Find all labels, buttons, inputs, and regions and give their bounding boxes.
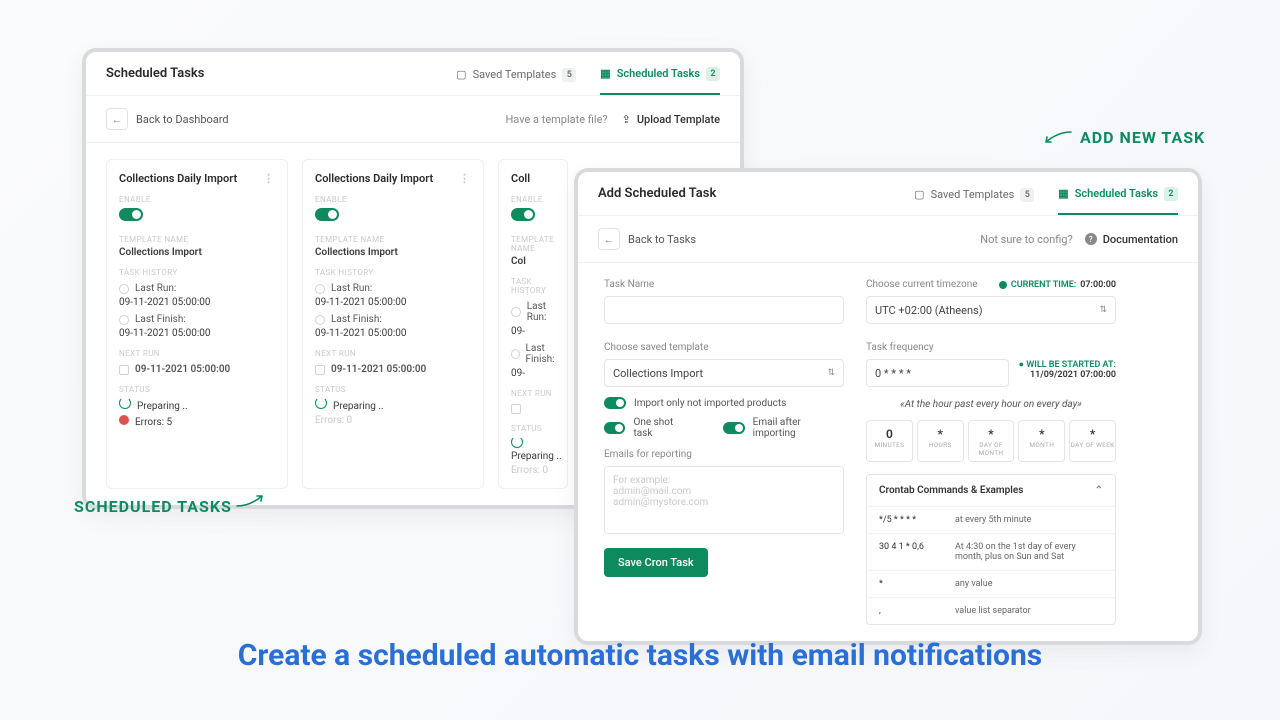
annotation-scheduled-tasks: SCHEDULED TASKS	[74, 497, 232, 516]
clock-icon	[119, 315, 129, 325]
documentation-link[interactable]: ? Documentation	[1085, 233, 1178, 246]
tab-saved-templates[interactable]: ▢ Saved Templates 5	[456, 68, 576, 94]
status-errors: Errors: 0	[511, 465, 567, 476]
cron-part[interactable]: *DAY OF MONTH	[968, 420, 1015, 462]
upload-template-button[interactable]: ⇪ Upload Template	[622, 113, 720, 126]
enable-toggle[interactable]	[511, 208, 535, 221]
more-icon[interactable]: ⋮	[459, 172, 471, 185]
emails-textarea[interactable]: For example: admin@mail.com admin@mystor…	[604, 466, 844, 534]
save-cron-task-button[interactable]: Save Cron Task	[604, 548, 708, 577]
back-to-dashboard-button[interactable]: ← Back to Dashboard	[106, 108, 229, 130]
saved-template-label: Choose saved template	[604, 342, 844, 353]
saved-template-select[interactable]: Collections Import ⇅	[604, 359, 844, 387]
example-row: ,value list separator	[867, 597, 1115, 624]
arrow-icon	[236, 494, 264, 508]
calendar-icon: ▦	[600, 67, 610, 80]
arrow-icon	[1044, 130, 1072, 144]
card-title: Collections Daily Import	[315, 172, 433, 185]
task-name-label: Task Name	[604, 279, 844, 290]
calendar-icon	[511, 404, 521, 414]
chevron-updown-icon: ⇅	[1099, 305, 1107, 315]
task-card: Collections Daily Import⋮ ENABLE TEMPLAT…	[106, 159, 288, 489]
clock-icon	[119, 284, 129, 294]
calendar-icon: ▦	[1058, 187, 1068, 200]
status-errors: Errors: 0	[315, 415, 471, 426]
start-time-note: ● WILL BE STARTED AT: 11/09/2021 07:00:0…	[1019, 359, 1116, 380]
save-icon: ▢	[914, 188, 924, 201]
annotation-add-new-task: ADD NEW TASK	[1080, 128, 1205, 147]
more-icon[interactable]: ⋮	[263, 172, 275, 185]
emails-label: Emails for reporting	[604, 449, 844, 460]
tab-scheduled-tasks[interactable]: ▦ Scheduled Tasks 2	[1058, 187, 1178, 215]
current-time-label: CURRENT TIME: 07:00:00	[999, 280, 1116, 290]
task-card: Collections Daily Import⋮ ENABLE TEMPLAT…	[302, 159, 484, 489]
clock-icon	[999, 281, 1007, 289]
calendar-icon	[119, 365, 129, 375]
frequency-input[interactable]: 0 * * * *	[866, 359, 1009, 387]
crontab-examples: Crontab Commands & Examples ⌃ */5 * * * …	[866, 474, 1116, 625]
card-title: Collections Daily Import	[119, 172, 237, 185]
marketing-headline: Create a scheduled automatic tasks with …	[0, 638, 1280, 673]
frequency-label: Task frequency	[866, 342, 1116, 353]
status-errors: Errors: 5	[119, 415, 275, 428]
chevron-updown-icon: ⇅	[827, 368, 835, 378]
back-to-tasks-button[interactable]: ← Back to Tasks	[598, 228, 696, 250]
example-row: 30 4 1 * 0,6At 4:30 on the 1st day of ev…	[867, 533, 1115, 570]
status-preparing: Preparing ..	[119, 397, 275, 412]
one-shot-toggle[interactable]: One shot task	[604, 417, 693, 439]
cron-part[interactable]: *DAY OF WEEK	[1069, 420, 1116, 462]
cron-part[interactable]: *MONTH	[1018, 420, 1065, 462]
cron-readable: «At the hour past every hour on every da…	[866, 399, 1116, 410]
arrow-left-icon: ←	[598, 228, 620, 250]
help-icon: ?	[1085, 233, 1097, 245]
cron-part[interactable]: *HOURS	[917, 420, 964, 462]
page-title: Scheduled Tasks	[106, 66, 204, 81]
example-row: */5 * * * *at every 5th minute	[867, 506, 1115, 533]
panel-header: Scheduled Tasks ▢ Saved Templates 5 ▦ Sc…	[86, 52, 740, 96]
enable-toggle[interactable]	[119, 208, 143, 221]
timezone-select[interactable]: UTC +02:00 (Atheens) ⇅	[866, 296, 1116, 324]
example-row: *any value	[867, 570, 1115, 597]
import-only-toggle[interactable]: Import only not imported products	[604, 397, 844, 409]
have-template-hint: Have a template file?	[505, 113, 607, 126]
clock-icon	[511, 307, 521, 317]
calendar-icon	[315, 365, 325, 375]
config-hint: Not sure to config?	[980, 233, 1072, 246]
add-task-panel: Add Scheduled Task ▢ Saved Templates 5 ▦…	[574, 168, 1202, 645]
page-title: Add Scheduled Task	[598, 186, 716, 201]
clock-icon	[315, 284, 325, 294]
arrow-left-icon: ←	[106, 108, 128, 130]
upload-icon: ⇪	[622, 113, 631, 126]
enable-toggle[interactable]	[315, 208, 339, 221]
save-icon: ▢	[456, 68, 466, 81]
clock-icon	[511, 349, 520, 359]
clock-icon	[315, 315, 325, 325]
task-name-input[interactable]	[604, 296, 844, 324]
tab-scheduled-tasks[interactable]: ▦ Scheduled Tasks 2	[600, 67, 720, 95]
chevron-up-icon[interactable]: ⌃	[1095, 485, 1103, 496]
status-preparing: Preparing ..	[511, 436, 567, 462]
task-card: Coll ENABLE TEMPLATE NAME Col TASK HISTO…	[498, 159, 568, 489]
card-title: Coll	[511, 172, 530, 185]
timezone-label: Choose current timezone	[866, 279, 978, 290]
tab-saved-templates[interactable]: ▢ Saved Templates 5	[914, 188, 1034, 214]
cron-part[interactable]: 0MINUTES	[866, 420, 913, 462]
email-after-toggle[interactable]: Email after importing	[723, 417, 844, 439]
status-preparing: Preparing ..	[315, 397, 471, 412]
